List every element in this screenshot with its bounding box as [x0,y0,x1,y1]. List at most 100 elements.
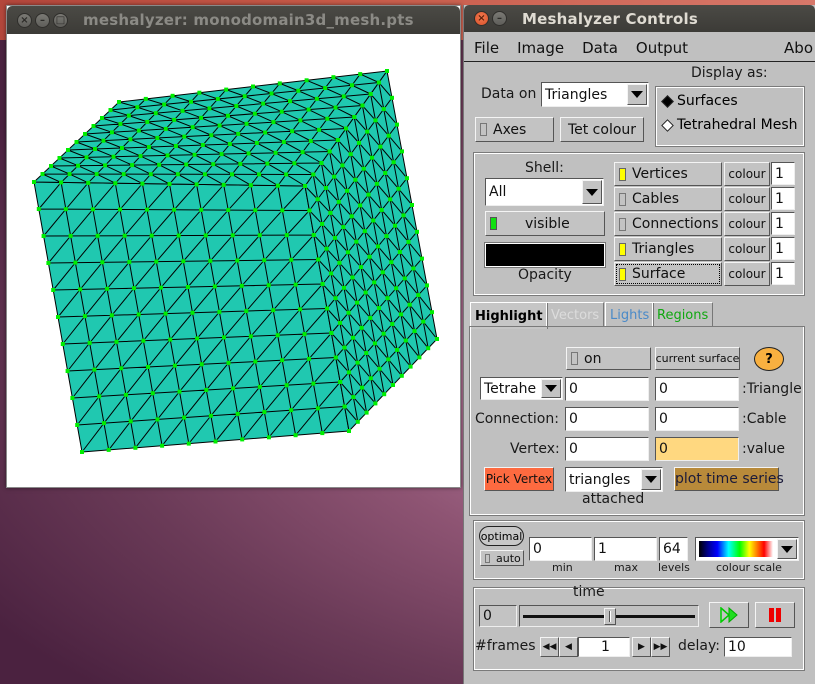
toggle-connections[interactable]: Connections [614,212,722,236]
data-on-select[interactable]: Triangles [541,82,649,107]
delay-input[interactable]: 10 [724,637,792,657]
menu-file[interactable]: File [474,39,499,57]
chevron-down-icon[interactable] [627,84,647,105]
mesh-vertex [230,233,235,238]
mesh-vertex [332,235,337,240]
time-slider[interactable] [519,605,699,627]
menu-image[interactable]: Image [517,39,564,57]
chevron-down-icon[interactable] [641,469,661,490]
current-surface-button[interactable]: current surface [655,347,740,370]
triangles-colour-button[interactable]: colour [724,237,770,261]
optimal-button[interactable]: optimal [479,526,524,546]
connections-colour-button[interactable]: colour [724,212,770,236]
triangles-size-value: 1 [775,240,784,257]
toggle-surface[interactable]: Surface [614,262,722,286]
controls-titlebar[interactable]: × – Meshalyzer Controls [464,5,815,32]
highlight-type-select[interactable]: Tetrahe [480,377,563,400]
menu-about[interactable]: Abo [784,39,813,57]
mesh-canvas[interactable] [7,34,460,487]
toggle-triangles[interactable]: Triangles [614,237,722,261]
vertices-colour-button[interactable]: colour [724,162,770,186]
cable-input[interactable]: 0 [655,407,739,431]
cables-colour-button[interactable]: colour [724,187,770,211]
surface-size-input[interactable]: 1 [771,262,795,285]
surface-colour-button[interactable]: colour [724,262,770,286]
minimize-icon[interactable]: – [35,12,50,28]
max-input[interactable]: 1 [594,537,657,561]
tab-regions[interactable]: Regions [652,302,714,327]
pick-vertex-button[interactable]: Pick Vertex [484,467,554,491]
minimize-icon[interactable]: – [492,11,507,26]
tab-vectors[interactable]: Vectors [546,302,605,327]
maximize-icon[interactable]: □ [53,12,68,28]
mesh-vertex [188,99,193,104]
mesh-vertex [46,261,51,265]
play-button[interactable] [709,602,749,628]
tab-lights[interactable]: Lights [605,302,655,327]
mesh-vertex [380,270,385,275]
mesh-vertex [342,285,346,290]
min-input[interactable]: 0 [529,537,592,561]
mesh-vertex [324,246,329,251]
connection-value: 0 [569,411,578,427]
help-button[interactable]: ? [754,347,784,371]
connection-input[interactable]: 0 [565,407,649,431]
triangles-size-input[interactable]: 1 [771,237,795,260]
mesh-vertex [101,421,106,426]
mesh-vertex [252,111,257,116]
mesh-vertex [289,408,294,413]
last-frame-button[interactable]: ▶▶ [651,637,670,657]
close-icon[interactable]: × [17,12,32,28]
display-option-tetrahedral[interactable]: Tetrahedral Mesh [659,117,798,133]
colour-scale-select[interactable] [695,537,799,561]
tet-colour-button[interactable]: Tet colour [560,117,644,142]
highlight-on-toggle[interactable]: on [566,347,651,370]
stop-button[interactable] [755,602,795,628]
mesh-vertex [344,126,348,131]
cables-size-input[interactable]: 1 [771,187,795,210]
toggle-vertices[interactable]: Vertices [614,162,722,186]
mesh-vertex [390,95,394,100]
frames-input[interactable]: 1 [578,637,630,657]
toggle-cables[interactable]: Cables [614,187,722,211]
attached-select[interactable]: triangles [565,467,663,492]
levels-label: levels [658,561,690,574]
axes-toggle[interactable]: Axes [475,117,554,142]
mesh-vertex [333,105,338,110]
chevron-down-icon[interactable] [541,379,561,398]
mesh-vertex [172,363,177,368]
display-option-surfaces[interactable]: Surfaces [659,93,738,109]
vertices-size-input[interactable]: 1 [771,162,795,185]
auto-toggle[interactable]: auto [480,550,524,566]
next-frame-button[interactable]: ▶ [632,637,651,657]
mesh-vertex [224,87,229,92]
vertex-input[interactable]: 0 [565,437,649,461]
mesh-vertex [277,81,282,86]
triangle-input-b[interactable]: 0 [655,377,739,401]
visible-toggle[interactable]: visible [485,211,605,236]
tab-highlight[interactable]: Highlight [470,302,548,329]
connection-label: Connection: [475,411,559,427]
close-icon[interactable]: × [474,11,489,26]
mesh-vertex [349,214,354,219]
time-slider-thumb[interactable] [604,608,616,625]
mesh-vertex [242,94,247,99]
mesh-vertex [146,364,151,369]
connections-size-input[interactable]: 1 [771,212,795,235]
prev-frame-button[interactable]: ◀ [559,637,578,657]
plot-time-series-button[interactable]: plot time series [674,467,784,491]
menu-output[interactable]: Output [636,39,688,57]
triangle-input-a[interactable]: 0 [565,377,649,401]
mesh-vertex [209,133,214,138]
chevron-down-icon[interactable] [582,180,602,204]
menu-data[interactable]: Data [582,39,618,57]
step-forward-icon: ▶ [638,642,645,652]
mesh-vertex [154,259,159,264]
viewer-titlebar[interactable]: × – □ meshalyzer: monodomain3d_mesh.pts [7,6,460,34]
mesh-vertex [49,164,53,168]
opacity-slider[interactable] [484,242,606,268]
shell-select[interactable]: All [485,178,604,206]
first-frame-button[interactable]: ◀◀ [540,637,559,657]
chevron-down-icon[interactable] [777,539,797,559]
levels-input[interactable]: 64 [659,537,688,561]
